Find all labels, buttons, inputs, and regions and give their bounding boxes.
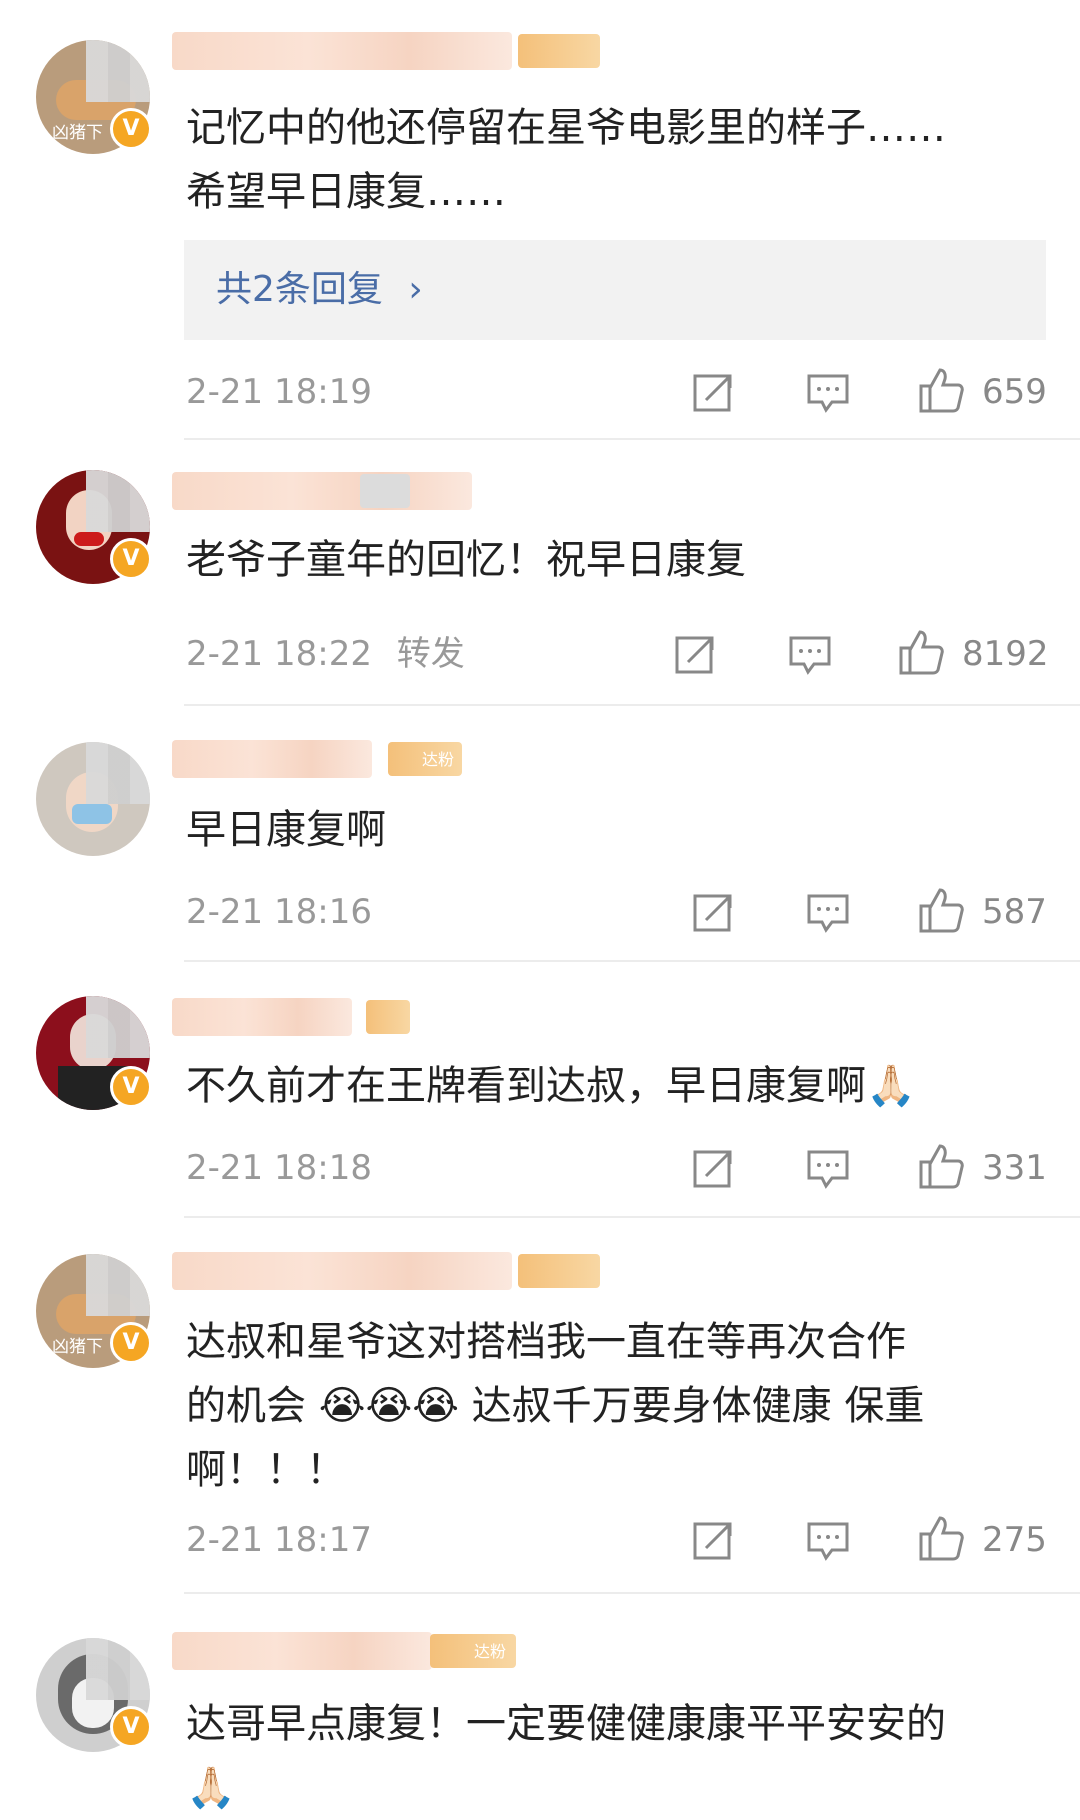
badge-label: 达粉 xyxy=(421,750,454,769)
comment-line: 🙏🏻 xyxy=(186,1765,236,1811)
avatar-label: 凶猪下 xyxy=(52,123,103,143)
comment-meta: 2-21 18:22 转发 xyxy=(186,632,465,676)
username-blurred[interactable] xyxy=(172,740,372,778)
badge-label: 达粉 xyxy=(473,1642,506,1661)
view-replies-link[interactable]: 共2条回复 › xyxy=(216,267,423,313)
timestamp: 2-21 18:19 xyxy=(186,372,372,412)
comment-text: 不久前才在王牌看到达叔，早日康复啊🙏🏻 xyxy=(186,1054,1036,1118)
comment-text: 达哥早点康复！一定要健健康康平平安安的 🙏🏻 xyxy=(186,1692,1036,1820)
thumbs-up-icon[interactable] xyxy=(918,886,964,934)
comment-icon[interactable] xyxy=(806,370,850,414)
divider xyxy=(184,1216,1080,1218)
like-count: 331 xyxy=(982,1148,1047,1188)
comment-line: 达叔和星爷这对搭档我一直在等再次合作 xyxy=(186,1319,906,1365)
comment-meta: 2-21 18:17 xyxy=(186,1518,372,1562)
comment-line: 啊！！！ xyxy=(186,1447,346,1493)
comment-icon[interactable] xyxy=(788,632,832,676)
comment-text: 早日康复啊 xyxy=(186,798,1036,862)
timestamp: 2-21 18:17 xyxy=(186,1520,372,1560)
like-count: 659 xyxy=(982,372,1047,412)
comment-text: 达叔和星爷这对搭档我一直在等再次合作 的机会 😭😭😭 达叔千万要身体健康 保重 … xyxy=(186,1310,1036,1502)
comment-meta: 2-21 18:19 xyxy=(186,370,372,414)
timestamp: 2-21 18:18 xyxy=(186,1148,372,1188)
divider xyxy=(184,704,1080,706)
like-count: 8192 xyxy=(962,634,1049,674)
comment-line: 希望早日康复…… xyxy=(186,169,506,215)
verified-badge-icon: V xyxy=(110,1706,152,1748)
verified-badge-icon: V xyxy=(110,108,152,150)
avatar[interactable] xyxy=(36,742,150,856)
comment-text: 老爷子童年的回忆！祝早日康复 xyxy=(186,528,1036,592)
comment-icon[interactable] xyxy=(806,1146,850,1190)
share-icon[interactable] xyxy=(692,1146,736,1190)
comment-line: 老爷子童年的回忆！祝早日康复 xyxy=(186,537,746,583)
like-count: 587 xyxy=(982,892,1047,932)
timestamp: 2-21 18:22 xyxy=(186,634,372,674)
divider xyxy=(184,438,1080,440)
comment-meta: 2-21 18:18 xyxy=(186,1146,372,1190)
divider xyxy=(184,960,1080,962)
divider xyxy=(184,1592,1080,1594)
user-badge xyxy=(518,1254,600,1288)
verified-badge-icon: V xyxy=(110,1322,152,1364)
verified-badge-icon: V xyxy=(110,1066,152,1108)
comment-icon[interactable] xyxy=(806,1518,850,1562)
comment-line: 不久前才在王牌看到达叔，早日康复啊🙏🏻 xyxy=(186,1063,916,1109)
thumbs-up-icon[interactable] xyxy=(918,1514,964,1562)
username-blurred[interactable] xyxy=(172,32,512,70)
verified-badge-icon: V xyxy=(110,538,152,580)
comment-icon[interactable] xyxy=(806,890,850,934)
comment-feed: 凶猪下 V 记忆中的他还停留在星爷电影里的样子…… 希望早日康复…… 共2条回复… xyxy=(0,0,1080,1817)
timestamp: 2-21 18:16 xyxy=(186,892,372,932)
chevron-right-icon: › xyxy=(408,269,423,310)
username-blurred[interactable] xyxy=(172,998,352,1036)
share-icon[interactable] xyxy=(692,890,736,934)
username-blurred[interactable] xyxy=(172,1632,432,1670)
comment-line: 的机会 😭😭😭 达叔千万要身体健康 保重 xyxy=(186,1383,925,1429)
share-icon[interactable] xyxy=(692,370,736,414)
comment-text: 记忆中的他还停留在星爷电影里的样子…… 希望早日康复…… xyxy=(186,96,1036,224)
share-icon[interactable] xyxy=(692,1518,736,1562)
user-badge xyxy=(360,474,410,508)
thumbs-up-icon[interactable] xyxy=(918,366,964,414)
replies-box[interactable]: 共2条回复 › xyxy=(184,240,1046,340)
forward-link[interactable]: 转发 xyxy=(397,634,465,674)
like-count: 275 xyxy=(982,1520,1047,1560)
thumbs-up-icon[interactable] xyxy=(898,628,944,676)
comment-line: 记忆中的他还停留在星爷电影里的样子…… xyxy=(186,105,946,151)
comment-meta: 2-21 18:16 xyxy=(186,890,372,934)
avatar-label: 凶猪下 xyxy=(52,1337,103,1357)
user-badge xyxy=(366,1000,410,1034)
user-badge: 达粉 xyxy=(388,742,462,776)
share-icon[interactable] xyxy=(674,632,718,676)
user-badge: 达粉 xyxy=(430,1634,516,1668)
comment-line: 早日康复啊 xyxy=(186,807,386,853)
user-badge xyxy=(518,34,600,68)
username-blurred[interactable] xyxy=(172,472,472,510)
username-blurred[interactable] xyxy=(172,1252,512,1290)
comment-line: 达哥早点康复！一定要健健康康平平安安的 xyxy=(186,1701,946,1747)
thumbs-up-icon[interactable] xyxy=(918,1142,964,1190)
